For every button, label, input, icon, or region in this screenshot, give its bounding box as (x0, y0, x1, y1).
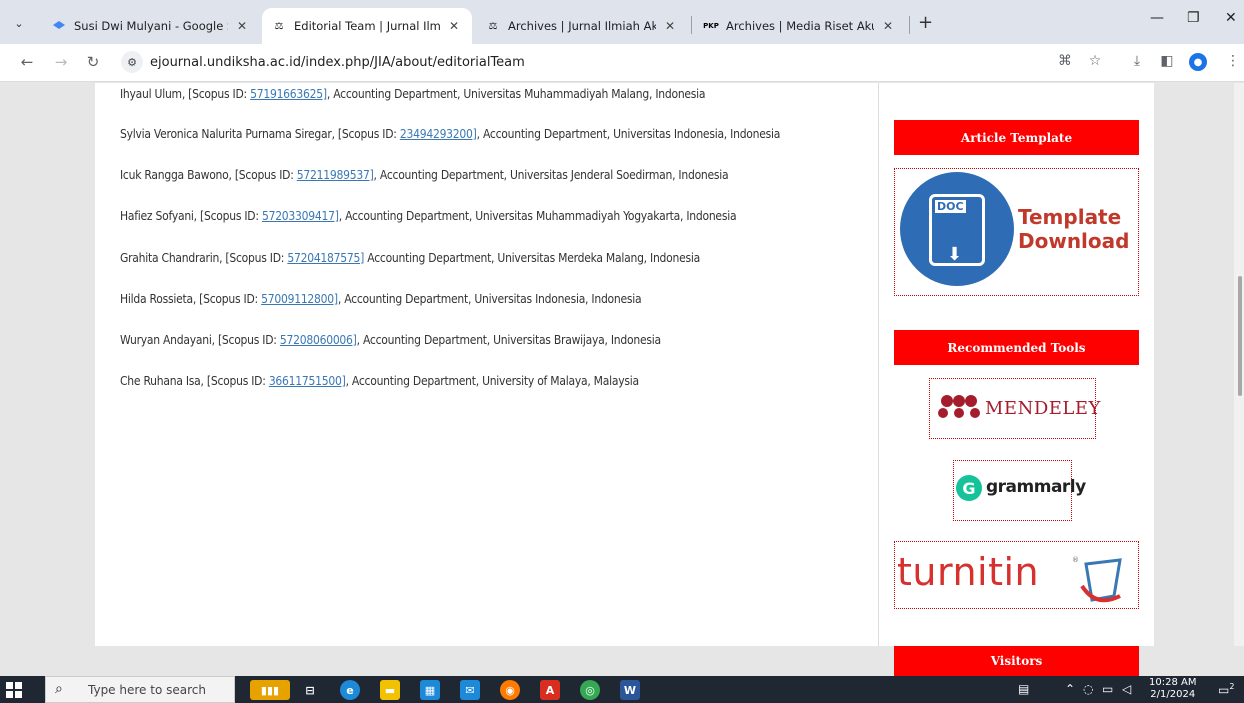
url-text[interactable]: ejournal.undiksha.ac.id/index.php/JIA/ab… (150, 55, 525, 70)
tab-archives-jurnal[interactable]: ⚖ Archives | Jurnal Ilmiah Akuntan ✕ (476, 8, 688, 44)
tab-google-scholar[interactable]: Susi Dwi Mulyani - Google Scho ✕ (42, 8, 260, 44)
tab-search-chevron-icon[interactable]: ⌄ (8, 12, 30, 34)
close-tab-icon[interactable]: ✕ (234, 19, 250, 33)
scopus-id-link[interactable]: 57204187575] (287, 251, 364, 265)
acrobat-icon[interactable]: A (540, 680, 560, 700)
site-info-icon[interactable]: ⚙ (121, 51, 143, 73)
scopus-id-link[interactable]: 57211989537] (297, 168, 374, 182)
edge-browser-icon[interactable]: e (340, 680, 360, 700)
new-tab-icon[interactable]: + (918, 12, 933, 33)
back-arrow-icon[interactable]: ← (17, 53, 37, 71)
word-icon[interactable]: W (620, 680, 640, 700)
turnitin-label: turnitin (897, 550, 1040, 594)
keyboard-icon[interactable]: ▤ (1018, 682, 1029, 696)
grammarly-label: grammarly (986, 477, 1086, 497)
translate-icon[interactable]: ⌘ (1055, 53, 1075, 69)
search-icon: ⌕ (55, 681, 63, 697)
editor-entry: Ihyaul Ulum, [Scopus ID: 57191663625], A… (120, 87, 706, 101)
editor-entry: Icuk Rangga Bawono, [Scopus ID: 57211989… (120, 168, 729, 182)
tab-separator (691, 16, 692, 34)
close-tab-icon[interactable]: ✕ (662, 19, 678, 33)
scopus-id-link[interactable]: 23494293200] (400, 127, 477, 141)
download-icon[interactable]: ⤓ (1127, 53, 1147, 69)
notification-icon[interactable]: ▭2 (1218, 682, 1234, 697)
editor-entry: Sylvia Veronica Nalurita Purnama Siregar… (120, 127, 781, 141)
scholar-cap-icon (52, 19, 66, 33)
editor-entry: Hafiez Sofyani, [Scopus ID: 57203309417]… (120, 209, 737, 223)
mendeley-label: MENDELEY (985, 398, 1101, 419)
clock-time: 10:28 AM (1149, 677, 1197, 688)
scales-icon: ⚖ (274, 20, 284, 32)
close-tab-icon[interactable]: ✕ (446, 19, 462, 33)
turnitin-logo-icon (1076, 556, 1132, 610)
doc-label: DOC (935, 200, 966, 213)
scrollbar-thumb[interactable] (1238, 276, 1242, 396)
close-window-icon[interactable]: ✕ (1225, 10, 1237, 26)
editor-entry: Che Ruhana Isa, [Scopus ID: 36611751500]… (120, 374, 639, 388)
scopus-id-link[interactable]: 57009112800] (261, 292, 338, 306)
visitors-header: Visitors (894, 646, 1139, 676)
clock-date: 2/1/2024 (1150, 689, 1196, 700)
editor-entry: Hilda Rossieta, [Scopus ID: 57009112800]… (120, 292, 642, 306)
close-tab-icon[interactable]: ✕ (880, 19, 896, 33)
scopus-id-link[interactable]: 57203309417] (262, 209, 339, 223)
taskbar-search-placeholder: Type here to search (88, 683, 206, 697)
scopus-id-link[interactable]: 36611751500] (269, 374, 346, 388)
taskbar-clock[interactable]: 10:28 AM 2/1/2024 (1149, 677, 1196, 701)
side-panel-icon[interactable]: ◧ (1157, 53, 1177, 69)
mail-icon[interactable]: ✉ (460, 680, 480, 700)
store-icon[interactable]: ▦ (420, 680, 440, 700)
bookmark-star-icon[interactable]: ☆ (1085, 53, 1105, 69)
menu-kebab-icon[interactable]: ⋮ (1223, 53, 1243, 69)
windows-start-icon[interactable] (6, 682, 22, 698)
network-icon[interactable]: ▭ (1102, 682, 1113, 696)
tab-title: Archives | Media Riset Akuntans (726, 19, 874, 33)
scales-icon: ⚖ (488, 20, 498, 32)
browser-tab-strip: ⌄ Susi Dwi Mulyani - Google Scho ✕ ⚖ Edi… (0, 0, 1244, 44)
minimize-icon[interactable]: — (1150, 10, 1164, 26)
reload-icon[interactable]: ↻ (83, 53, 103, 71)
mendeley-logo-icon (937, 393, 981, 425)
tab-editorial-team[interactable]: ⚖ Editorial Team | Jurnal Ilmiah Ak ✕ (262, 8, 472, 44)
scopus-id-link[interactable]: 57208060006] (280, 333, 357, 347)
file-explorer-icon[interactable]: ▬ (380, 680, 400, 700)
books-app-icon[interactable]: ▮▮▮ (250, 680, 290, 700)
download-arrow-icon: ⬇ (947, 244, 963, 265)
chrome-icon[interactable]: ◎ (580, 680, 600, 700)
tab-title: Susi Dwi Mulyani - Google Scho (74, 19, 228, 33)
scopus-id-link[interactable]: 57191663625] (250, 87, 327, 101)
volume-icon[interactable]: ◁ (1122, 682, 1131, 696)
recommended-tools-header: Recommended Tools (894, 330, 1139, 365)
editor-entry: Grahita Chandrarin, [Scopus ID: 57204187… (120, 251, 700, 265)
tab-archives-media-riset[interactable]: PKP Archives | Media Riset Akuntans ✕ (694, 8, 906, 44)
task-view-icon[interactable]: ⊟ (300, 680, 320, 700)
template-download-line1: Template (1018, 205, 1122, 229)
forward-arrow-icon[interactable]: → (51, 53, 71, 71)
onedrive-icon[interactable]: ◌ (1083, 682, 1093, 696)
tab-title: Archives | Jurnal Ilmiah Akuntan (508, 19, 656, 33)
template-download-line2: Download (1018, 229, 1130, 253)
editor-entry: Wuryan Andayani, [Scopus ID: 57208060006… (120, 333, 661, 347)
tab-separator (909, 16, 910, 34)
tab-title: Editorial Team | Jurnal Ilmiah Ak (294, 19, 440, 33)
restore-icon[interactable]: ❐ (1187, 10, 1200, 26)
notification-count: 2 (1229, 682, 1235, 691)
tray-chevron-icon[interactable]: ⌃ (1065, 682, 1075, 696)
article-template-header: Article Template (894, 120, 1139, 155)
profile-avatar-icon[interactable]: ● (1189, 53, 1207, 71)
pkp-icon: PKP (703, 22, 719, 30)
firefox-icon[interactable]: ◉ (500, 680, 520, 700)
grammarly-logo-icon: G (956, 475, 982, 501)
